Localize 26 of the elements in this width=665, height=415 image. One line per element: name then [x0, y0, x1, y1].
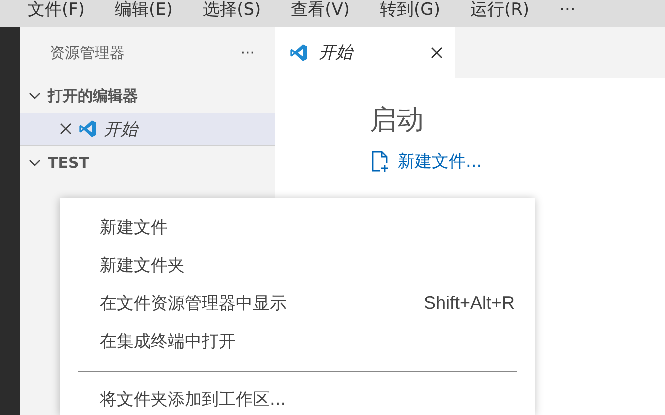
code-logo-icon [289, 42, 309, 62]
menu-item[interactable]: 编辑(E) [99, 0, 188, 24]
section-header[interactable]: TEST [48, 154, 90, 172]
panel-title: 资源管理器 [50, 44, 125, 62]
file-name: 开始 [104, 118, 138, 140]
menu-item[interactable]: 转到(G) [364, 0, 454, 24]
section-heading: 启动 [370, 104, 425, 138]
section-header[interactable]: 打开的编辑器 [48, 86, 138, 106]
close-icon[interactable] [431, 46, 443, 58]
context-menu-item[interactable]: 在集成终端中打开 [60, 322, 535, 360]
more-menu-button[interactable]: ··· [544, 0, 590, 24]
menu-item[interactable]: 运行(R) [454, 0, 544, 24]
open-editor-item[interactable]: 开始 [20, 113, 275, 146]
new-file-icon [370, 150, 390, 172]
editor-tab[interactable]: 开始 [275, 27, 455, 78]
menu-item[interactable]: 查看(V) [275, 0, 364, 24]
context-menu-item[interactable]: 新建文件夹 [60, 246, 535, 284]
more-actions-button[interactable]: ··· [240, 44, 255, 62]
menu-item[interactable]: 文件(F) [12, 0, 100, 24]
context-menu-item[interactable]: 新建文件 [60, 208, 535, 246]
context-menu-item[interactable]: 在文件资源管理器中显示 Shift+Alt+R [60, 284, 535, 322]
menu-item[interactable]: 选择(S) [187, 0, 276, 24]
code-logo-icon [78, 119, 98, 139]
close-icon[interactable] [60, 123, 72, 135]
new-file-link[interactable]: 新建文件... [398, 150, 482, 173]
context-menu-item[interactable]: 将文件夹添加到工作区... [60, 380, 535, 415]
